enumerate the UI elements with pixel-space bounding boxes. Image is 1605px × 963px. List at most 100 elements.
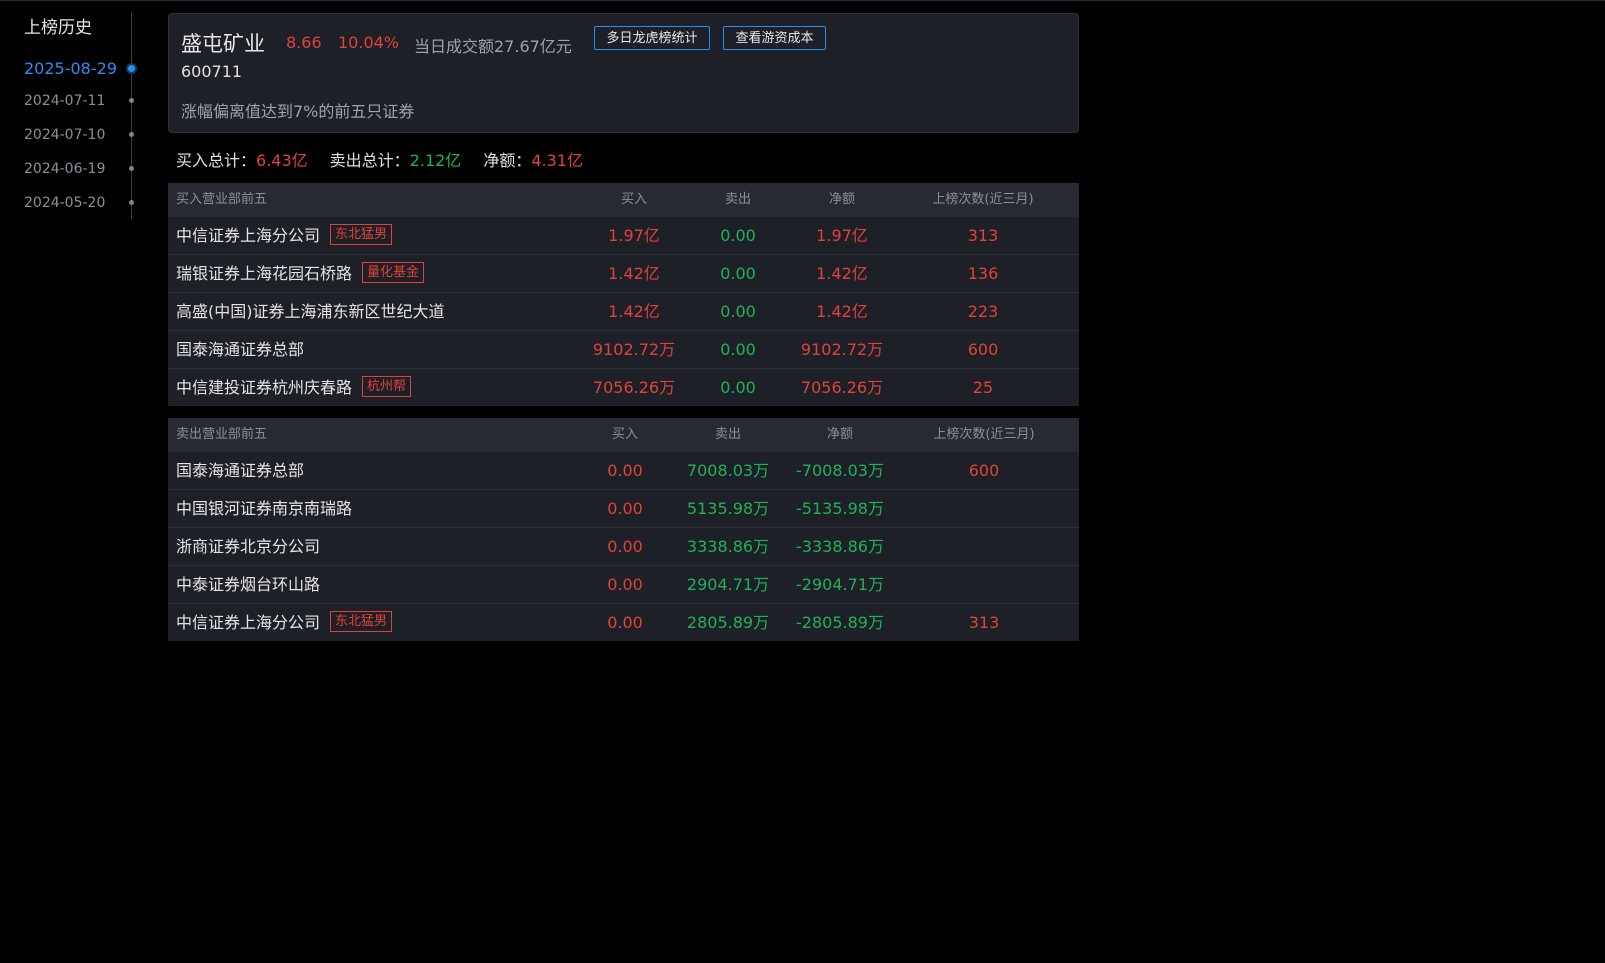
- header-broker: 卖出营业部前五: [176, 427, 268, 442]
- buy-amount-cell: 0.00: [607, 537, 643, 556]
- net-total-value: 4.31亿: [531, 151, 583, 170]
- table-row[interactable]: 高盛(中国)证券上海浦东新区世纪大道 1.42亿 0.00 1.42亿 223: [168, 292, 1079, 330]
- table-row[interactable]: 中信建投证券杭州庆春路 杭州帮 7056.26万 0.00 7056.26万 25: [168, 368, 1079, 406]
- buy-amount-cell: 0.00: [607, 613, 643, 632]
- buy-brokers-table: 买入营业部前五 买入 卖出 净额 上榜次数(近三月) 中信证券上海分公司 东北猛男…: [168, 183, 1079, 406]
- sell-amount-cell: 5135.98万: [686, 499, 770, 518]
- sell-amount-cell: 2805.89万: [686, 613, 770, 632]
- sell-amount-cell: 0.00: [720, 378, 756, 397]
- sell-total-label: 卖出总计：: [329, 151, 410, 170]
- broker-name-cell: 中信建投证券杭州庆春路 杭州帮: [176, 369, 412, 406]
- header-net: 净额: [826, 427, 854, 442]
- history-date-item[interactable]: 2024-07-10: [24, 125, 140, 145]
- table-header: 买入营业部前五 买入 卖出 净额 上榜次数(近三月): [168, 183, 1079, 217]
- buy-amount-cell: 0.00: [607, 461, 643, 480]
- buy-amount-cell: 7056.26万: [592, 378, 676, 397]
- top-border: [0, 0, 1605, 1]
- buy-amount-cell: 1.97亿: [608, 226, 660, 245]
- sell-amount-cell: 3338.86万: [686, 537, 770, 556]
- stock-price: 8.66: [286, 33, 322, 52]
- buy-amount-cell: 1.42亿: [608, 264, 660, 283]
- broker-name-cell: 中信证券上海分公司 东北猛男: [176, 604, 393, 641]
- net-amount-cell: 7056.26万: [800, 378, 884, 397]
- listing-count-cell: 600: [967, 340, 999, 359]
- table-row[interactable]: 浙商证券北京分公司 0.00 3338.86万 -3338.86万: [168, 527, 1079, 565]
- buy-amount-cell: 0.00: [607, 575, 643, 594]
- history-date-item[interactable]: 2024-06-19: [24, 159, 140, 179]
- trader-tag[interactable]: 杭州帮: [362, 376, 412, 397]
- timeline-line: [131, 12, 132, 219]
- history-date-label: 2025-08-29: [24, 59, 117, 78]
- broker-name: 国泰海通证券总部: [176, 340, 305, 359]
- buy-total-label: 买入总计：: [176, 151, 257, 170]
- trader-tag[interactable]: 量化基金: [362, 262, 425, 283]
- listing-count-cell: 313: [968, 613, 1000, 632]
- net-amount-cell: 1.97亿: [816, 226, 868, 245]
- stock-change-percent: 10.04%: [338, 33, 400, 52]
- net-amount-cell: -2805.89万: [796, 613, 884, 632]
- broker-name-cell: 高盛(中国)证券上海浦东新区世纪大道: [176, 293, 445, 330]
- broker-name: 中泰证券烟台环山路: [176, 575, 321, 594]
- timeline-dot-icon: [126, 63, 137, 74]
- header-sell: 卖出: [714, 427, 742, 442]
- broker-name: 浙商证券北京分公司: [176, 537, 321, 556]
- header-net: 净额: [828, 192, 856, 207]
- broker-name: 国泰海通证券总部: [176, 461, 305, 480]
- trader-tag[interactable]: 东北猛男: [330, 611, 393, 632]
- listing-count-cell: 25: [972, 378, 994, 397]
- header-broker: 买入营业部前五: [176, 192, 268, 207]
- net-amount-cell: -5135.98万: [796, 499, 884, 518]
- broker-name: 高盛(中国)证券上海浦东新区世纪大道: [176, 302, 445, 321]
- timeline-dot-icon: [129, 200, 134, 205]
- header-buy: 买入: [620, 192, 648, 207]
- net-amount-cell: 1.42亿: [816, 302, 868, 321]
- history-date-item[interactable]: 2024-05-20: [24, 193, 140, 213]
- history-date-item[interactable]: 2024-07-11: [24, 91, 140, 111]
- table-row[interactable]: 中信证券上海分公司 东北猛男 1.97亿 0.00 1.97亿 313: [168, 217, 1079, 254]
- trader-tag[interactable]: 东北猛男: [330, 224, 393, 245]
- broker-name-cell: 浙商证券北京分公司: [176, 528, 320, 565]
- listing-count-cell: 313: [967, 226, 999, 245]
- broker-name-cell: 国泰海通证券总部: [176, 331, 304, 368]
- multi-day-stats-button[interactable]: 多日龙虎榜统计: [594, 26, 710, 50]
- sidebar-title: 上榜历史: [24, 18, 92, 38]
- broker-name: 瑞银证券上海花园石桥路: [176, 264, 353, 283]
- sell-amount-cell: 0.00: [720, 226, 756, 245]
- buy-amount-cell: 1.42亿: [608, 302, 660, 321]
- history-date-label: 2024-05-20: [24, 195, 106, 211]
- history-date-label: 2024-06-19: [24, 161, 106, 177]
- history-date-item[interactable]: 2025-08-29: [24, 59, 140, 79]
- table-row[interactable]: 瑞银证券上海花园石桥路 量化基金 1.42亿 0.00 1.42亿 136: [168, 254, 1079, 292]
- table-header: 卖出营业部前五 买入 卖出 净额 上榜次数(近三月): [168, 418, 1079, 452]
- table-row[interactable]: 中信证券上海分公司 东北猛男 0.00 2805.89万 -2805.89万 313: [168, 603, 1079, 641]
- sell-brokers-table: 卖出营业部前五 买入 卖出 净额 上榜次数(近三月) 国泰海通证券总部 0.00 7…: [168, 418, 1079, 641]
- broker-name-cell: 中国银河证券南京南瑞路: [176, 490, 352, 527]
- listing-count-cell: 223: [967, 302, 999, 321]
- header-count: 上榜次数(近三月): [932, 192, 1034, 207]
- timeline-dot-icon: [129, 166, 134, 171]
- totals-summary: 买入总计：6.43亿 卖出总计：2.12亿 净额：4.31亿: [176, 147, 583, 171]
- sell-amount-cell: 0.00: [720, 302, 756, 321]
- table-row[interactable]: 国泰海通证券总部 0.00 7008.03万 -7008.03万 600: [168, 452, 1079, 489]
- buy-amount-cell: 0.00: [607, 499, 643, 518]
- sell-amount-cell: 7008.03万: [686, 461, 770, 480]
- stock-name: 盛屯矿业: [181, 32, 265, 56]
- listing-reason: 涨幅偏离值达到7%的前五只证券: [181, 102, 415, 121]
- broker-name-cell: 国泰海通证券总部: [176, 452, 304, 489]
- broker-name: 中信证券上海分公司: [176, 613, 321, 632]
- net-amount-cell: -2904.71万: [796, 575, 884, 594]
- view-trader-cost-button[interactable]: 查看游资成本: [723, 26, 826, 50]
- table-row[interactable]: 中泰证券烟台环山路 0.00 2904.71万 -2904.71万: [168, 565, 1079, 603]
- broker-name-cell: 瑞银证券上海花园石桥路 量化基金: [176, 255, 425, 292]
- timeline-dot-icon: [129, 98, 134, 103]
- table-row[interactable]: 中国银河证券南京南瑞路 0.00 5135.98万 -5135.98万: [168, 489, 1079, 527]
- listing-count-cell: 600: [968, 461, 1000, 480]
- history-date-label: 2024-07-10: [24, 127, 106, 143]
- daily-turnover: 当日成交额27.67亿元: [414, 37, 572, 56]
- net-amount-cell: -7008.03万: [796, 461, 884, 480]
- net-total-label: 净额：: [483, 151, 532, 170]
- header-buy: 买入: [611, 427, 639, 442]
- broker-name-cell: 中信证券上海分公司 东北猛男: [176, 217, 393, 254]
- table-row[interactable]: 国泰海通证券总部 9102.72万 0.00 9102.72万 600: [168, 330, 1079, 368]
- net-amount-cell: 1.42亿: [816, 264, 868, 283]
